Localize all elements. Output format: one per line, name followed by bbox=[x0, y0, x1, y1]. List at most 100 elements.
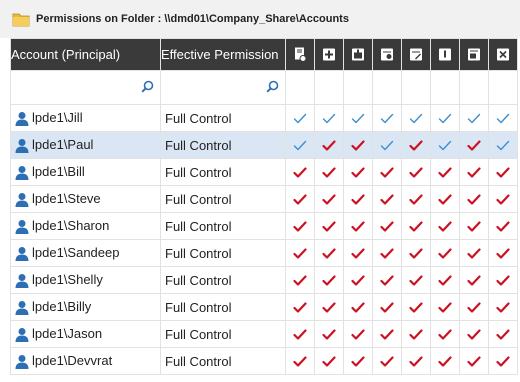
effective-permission-cell: Full Control bbox=[160, 212, 286, 240]
effective-permission-cell: Full Control bbox=[160, 104, 286, 132]
check-icon bbox=[496, 329, 510, 340]
table-row[interactable]: lpde1\Devvrat Full Control bbox=[10, 347, 518, 375]
account-cell[interactable]: lpde1\Shelly bbox=[10, 266, 161, 294]
permission-cell bbox=[285, 212, 315, 240]
account-cell[interactable]: lpde1\Jill bbox=[10, 104, 161, 132]
table-row[interactable]: lpde1\Jill Full Control bbox=[10, 104, 518, 132]
permission-cell bbox=[285, 347, 315, 375]
check-icon bbox=[496, 275, 510, 286]
check-icon bbox=[409, 221, 423, 232]
check-icon bbox=[351, 113, 365, 124]
effective-permission-cell: Full Control bbox=[160, 239, 286, 267]
permission-cell bbox=[372, 212, 402, 240]
check-icon bbox=[438, 167, 452, 178]
permission-cell bbox=[401, 212, 431, 240]
column-header-account[interactable]: Account (Principal) bbox=[10, 38, 161, 71]
table-row[interactable]: lpde1\Shelly Full Control bbox=[10, 266, 518, 294]
check-icon bbox=[409, 113, 423, 124]
account-filter-field[interactable] bbox=[10, 70, 161, 105]
account-cell[interactable]: lpde1\Steve bbox=[10, 185, 161, 213]
permission-cell bbox=[401, 185, 431, 213]
account-cell[interactable]: lpde1\Jason bbox=[10, 320, 161, 348]
account-cell[interactable]: lpde1\Sharon bbox=[10, 212, 161, 240]
search-icon[interactable] bbox=[141, 80, 154, 93]
column-header-read-attributes-icon[interactable] bbox=[372, 38, 402, 71]
table-row[interactable]: lpde1\Sharon Full Control bbox=[10, 212, 518, 240]
effective-permission-filter-field[interactable] bbox=[160, 70, 286, 105]
permission-cell bbox=[372, 293, 402, 321]
check-icon bbox=[380, 329, 394, 340]
permission-filter-cell bbox=[372, 70, 402, 105]
effective-permission-cell: Full Control bbox=[160, 185, 286, 213]
filter-row bbox=[10, 70, 518, 105]
window-title: Permissions on Folder : \\dmd01\Company_… bbox=[36, 13, 349, 25]
permission-cell bbox=[343, 293, 373, 321]
permission-cell bbox=[459, 104, 489, 132]
check-icon bbox=[438, 329, 452, 340]
permission-cell bbox=[488, 212, 518, 240]
column-header-list-folder-icon[interactable] bbox=[285, 38, 315, 71]
user-icon bbox=[15, 328, 29, 343]
check-icon bbox=[409, 356, 423, 367]
table-row[interactable]: lpde1\Bill Full Control bbox=[10, 158, 518, 186]
check-icon bbox=[496, 248, 510, 259]
table-row[interactable]: lpde1\Billy Full Control bbox=[10, 293, 518, 321]
column-header-write-ext-attributes-icon[interactable] bbox=[459, 38, 489, 71]
permission-cell bbox=[401, 239, 431, 267]
permission-filter-cell bbox=[459, 70, 489, 105]
check-icon bbox=[496, 113, 510, 124]
permission-cell bbox=[488, 104, 518, 132]
permission-cell bbox=[343, 185, 373, 213]
check-icon bbox=[380, 248, 394, 259]
table-row[interactable]: lpde1\Jason Full Control bbox=[10, 320, 518, 348]
check-icon bbox=[322, 140, 336, 151]
permission-cell bbox=[285, 266, 315, 294]
account-cell[interactable]: lpde1\Devvrat bbox=[10, 347, 161, 375]
permission-cell bbox=[343, 131, 373, 159]
permission-cell bbox=[285, 185, 315, 213]
user-icon bbox=[15, 301, 29, 316]
table-row[interactable]: lpde1\Steve Full Control bbox=[10, 185, 518, 213]
permission-cell bbox=[488, 266, 518, 294]
account-cell[interactable]: lpde1\Sandeep bbox=[10, 239, 161, 267]
column-header-create-files-icon[interactable] bbox=[314, 38, 344, 71]
column-header-create-folders-icon[interactable] bbox=[343, 38, 373, 71]
permission-cell bbox=[285, 239, 315, 267]
column-header-delete-icon[interactable] bbox=[488, 38, 518, 71]
check-icon bbox=[467, 221, 481, 232]
check-icon bbox=[351, 194, 365, 205]
check-icon bbox=[380, 221, 394, 232]
check-icon bbox=[380, 194, 394, 205]
permission-cell bbox=[343, 266, 373, 294]
permission-cell bbox=[314, 104, 344, 132]
check-icon bbox=[322, 275, 336, 286]
account-cell[interactable]: lpde1\Bill bbox=[10, 158, 161, 186]
check-icon bbox=[351, 248, 365, 259]
account-cell[interactable]: lpde1\Billy bbox=[10, 293, 161, 321]
permission-cell bbox=[343, 158, 373, 186]
check-icon bbox=[467, 356, 481, 367]
check-icon bbox=[438, 302, 452, 313]
permission-cell bbox=[372, 239, 402, 267]
column-header-read-ext-attributes-icon[interactable] bbox=[430, 38, 460, 71]
column-header-write-attributes-icon[interactable] bbox=[401, 38, 431, 71]
table-row[interactable]: lpde1\Sandeep Full Control bbox=[10, 239, 518, 267]
permission-cell bbox=[401, 131, 431, 159]
permission-cell bbox=[488, 347, 518, 375]
column-header-effective-permission[interactable]: Effective Permission bbox=[160, 38, 286, 71]
read-ext-attributes-icon bbox=[439, 48, 451, 61]
check-icon bbox=[380, 275, 394, 286]
check-icon bbox=[322, 194, 336, 205]
read-attributes-icon bbox=[381, 48, 393, 61]
check-icon bbox=[322, 356, 336, 367]
permission-cell bbox=[459, 320, 489, 348]
user-icon bbox=[15, 139, 29, 154]
check-icon bbox=[438, 113, 452, 124]
account-cell[interactable]: lpde1\Paul bbox=[10, 131, 161, 159]
check-icon bbox=[409, 167, 423, 178]
permission-cell bbox=[372, 185, 402, 213]
search-icon[interactable] bbox=[266, 80, 279, 93]
permission-cell bbox=[372, 104, 402, 132]
table-row[interactable]: lpde1\Paul Full Control bbox=[10, 131, 518, 159]
check-icon bbox=[496, 302, 510, 313]
